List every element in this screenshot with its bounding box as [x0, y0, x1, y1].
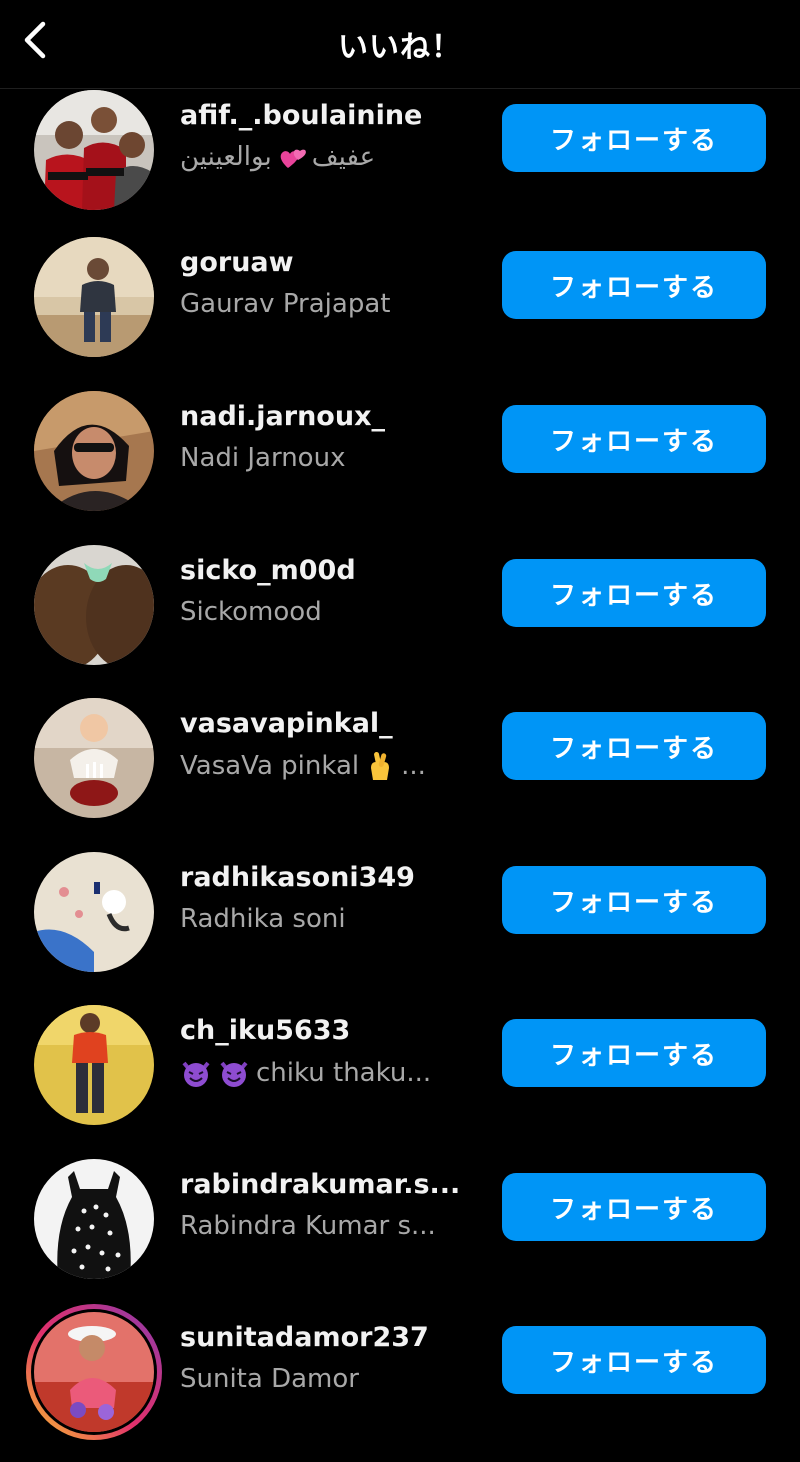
- avatar[interactable]: [26, 1304, 162, 1440]
- likes-list: afif._.boulainine بوالعينين عفيف フォローする: [0, 0, 800, 1462]
- avatar[interactable]: [34, 391, 154, 511]
- username[interactable]: afif._.boulainine: [180, 100, 422, 131]
- follow-button[interactable]: フォローする: [502, 104, 766, 172]
- full-name-text: Sunita Damor: [180, 1364, 359, 1394]
- username[interactable]: goruaw: [180, 247, 294, 278]
- follow-button[interactable]: フォローする: [502, 1326, 766, 1394]
- full-name-text: chiku thaku...: [256, 1058, 432, 1088]
- follow-button[interactable]: フォローする: [502, 1173, 766, 1241]
- smiling-devil-icon: [218, 1057, 250, 1089]
- full-name-text: VasaVa pinkal: [180, 751, 360, 781]
- full-name-text: Rabindra Kumar s...: [180, 1211, 436, 1241]
- username[interactable]: ch_iku5633: [180, 1015, 350, 1046]
- list-item[interactable]: sunitadamor237 Sunita Damor フォローする: [0, 1304, 800, 1460]
- full-name: Radhika soni: [180, 904, 346, 934]
- list-item[interactable]: radhikasoni349 Radhika soni フォローする: [0, 846, 800, 1000]
- two-hearts-icon: [278, 144, 306, 170]
- follow-button[interactable]: フォローする: [502, 559, 766, 627]
- full-name: Gaurav Prajapat: [180, 289, 390, 319]
- full-name: chiku thaku...: [180, 1057, 431, 1089]
- follow-button[interactable]: フォローする: [502, 866, 766, 934]
- full-name-suffix: ...: [401, 751, 426, 781]
- avatar[interactable]: [34, 237, 154, 357]
- avatar[interactable]: [34, 698, 154, 818]
- full-name: Nadi Jarnoux: [180, 443, 345, 473]
- full-name: Sickomood: [180, 597, 322, 627]
- avatar[interactable]: [34, 852, 154, 972]
- list-item[interactable]: nadi.jarnoux_ Nadi Jarnoux フォローする: [0, 385, 800, 539]
- full-name-part: عفيف: [311, 142, 376, 172]
- username[interactable]: radhikasoni349: [180, 862, 415, 893]
- follow-button[interactable]: フォローする: [502, 251, 766, 319]
- username[interactable]: sunitadamor237: [180, 1322, 429, 1353]
- list-item[interactable]: sicko_m00d Sickomood フォローする: [0, 539, 800, 693]
- avatar[interactable]: [34, 1159, 154, 1279]
- full-name: بوالعينين عفيف: [180, 142, 375, 172]
- avatar[interactable]: [34, 545, 154, 665]
- follow-button[interactable]: フォローする: [502, 712, 766, 780]
- full-name-text: Sickomood: [180, 597, 322, 627]
- follow-button[interactable]: フォローする: [502, 405, 766, 473]
- list-item[interactable]: rabindrakumar.s... Rabindra Kumar s... フ…: [0, 1153, 800, 1307]
- crossed-fingers-icon: [365, 750, 395, 782]
- list-item[interactable]: goruaw Gaurav Prajapat フォローする: [0, 231, 800, 385]
- username[interactable]: nadi.jarnoux_: [180, 401, 385, 432]
- page-title: いいね！: [338, 30, 462, 65]
- username[interactable]: sicko_m00d: [180, 555, 356, 586]
- full-name-text: Gaurav Prajapat: [180, 289, 391, 319]
- smiling-devil-icon: [180, 1057, 212, 1089]
- full-name-part: بوالعينين: [180, 142, 272, 172]
- list-item[interactable]: ch_iku5633 chiku thaku... フォローする: [0, 999, 800, 1153]
- list-item[interactable]: afif._.boulainine بوالعينين عفيف フォローする: [0, 84, 800, 238]
- full-name: Sunita Damor: [180, 1364, 359, 1394]
- avatar[interactable]: [34, 90, 154, 210]
- avatar[interactable]: [34, 1005, 154, 1125]
- full-name: VasaVa pinkal ...: [180, 750, 426, 782]
- full-name-text: Radhika soni: [180, 904, 346, 934]
- full-name: Rabindra Kumar s...: [180, 1211, 436, 1241]
- username[interactable]: rabindrakumar.s...: [180, 1169, 460, 1200]
- top-navigation-bar: いいね！: [0, 0, 800, 89]
- full-name-text: Nadi Jarnoux: [180, 443, 346, 473]
- follow-button[interactable]: フォローする: [502, 1019, 766, 1087]
- username[interactable]: vasavapinkal_: [180, 708, 393, 739]
- list-item[interactable]: vasavapinkal_ VasaVa pinkal ... フォローする: [0, 692, 800, 846]
